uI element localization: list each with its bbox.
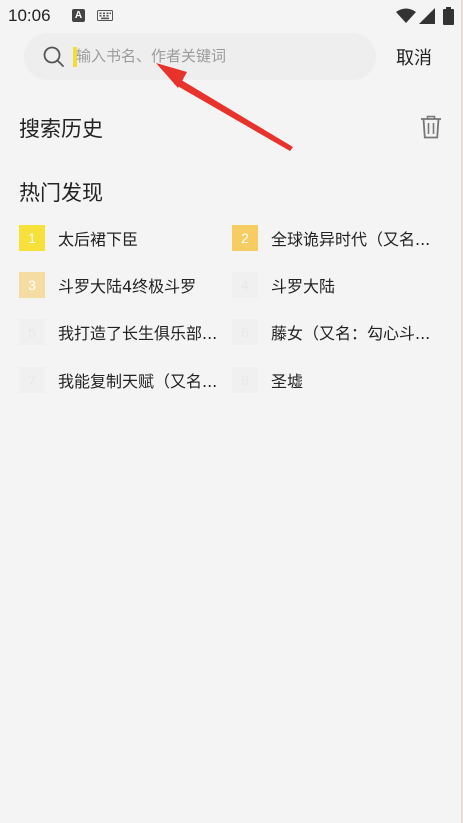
cancel-button[interactable]: 取消: [396, 44, 432, 70]
keyboard-icon: [97, 10, 113, 21]
hot-item[interactable]: 8 圣墟: [232, 367, 440, 393]
wifi-icon: [396, 8, 416, 23]
hot-item[interactable]: 2 全球诡异时代（又名...: [232, 225, 440, 251]
search-history-title: 搜索历史: [19, 117, 103, 141]
signal-icon: [419, 8, 435, 24]
hot-item-title: 我打造了长生俱乐部...: [58, 324, 218, 343]
status-bar: 10:06 A: [0, 0, 463, 32]
hot-item[interactable]: 5 我打造了长生俱乐部...: [19, 319, 224, 345]
trash-icon[interactable]: [420, 115, 442, 139]
rank-badge: 5: [19, 319, 45, 345]
search-bar[interactable]: [24, 33, 376, 80]
rank-badge: 8: [232, 367, 258, 393]
hot-item[interactable]: 3 斗罗大陆4终极斗罗: [19, 272, 219, 298]
search-input[interactable]: [76, 41, 366, 71]
battery-icon: [443, 7, 454, 25]
hot-item[interactable]: 7 我能复制天赋（又名...: [19, 367, 224, 393]
notification-a-icon: A: [72, 9, 85, 22]
rank-badge: 3: [19, 272, 45, 298]
status-time: 10:06: [8, 6, 51, 25]
hot-item[interactable]: 4 斗罗大陆: [232, 272, 440, 298]
hot-item[interactable]: 1 太后裙下臣: [19, 225, 219, 251]
hot-item-title: 全球诡异时代（又名...: [271, 230, 431, 249]
hot-discovery-title: 热门发现: [19, 181, 103, 205]
rank-badge: 7: [19, 367, 45, 393]
rank-badge: 6: [232, 319, 258, 345]
rank-badge: 2: [232, 225, 258, 251]
hot-item-title: 斗罗大陆4终极斗罗: [58, 277, 197, 296]
hot-item-title: 藤女（又名：勾心斗...: [271, 324, 431, 343]
hot-item-title: 圣墟: [271, 372, 304, 391]
rank-badge: 1: [19, 225, 45, 251]
hot-item-title: 斗罗大陆: [271, 277, 336, 296]
hot-item-title: 我能复制天赋（又名...: [58, 372, 218, 391]
rank-badge: 4: [232, 272, 258, 298]
hot-item[interactable]: 6 藤女（又名：勾心斗...: [232, 319, 440, 345]
search-icon: [43, 46, 64, 67]
hot-item-title: 太后裙下臣: [58, 230, 139, 249]
